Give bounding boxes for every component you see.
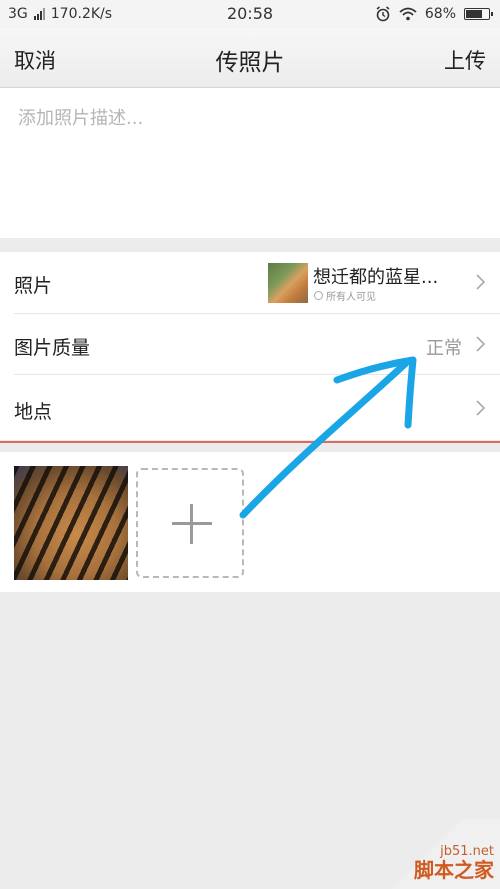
battery-percent: 68%	[424, 6, 456, 22]
location-row[interactable]: 地点	[0, 378, 500, 438]
watermark: jb51.net 脚本之家	[390, 819, 500, 889]
chevron-right-icon	[476, 274, 486, 290]
album-visibility-text: 所有人可见	[326, 292, 376, 303]
album-row[interactable]: 照片 想迁都的蓝星... 所有人可见	[0, 252, 500, 312]
chevron-right-icon	[476, 400, 486, 416]
quality-value: 正常	[426, 338, 462, 359]
album-label: 照片	[14, 275, 53, 297]
location-label: 地点	[14, 401, 53, 423]
watermark-name: 脚本之家	[414, 858, 494, 882]
battery-icon	[464, 8, 493, 20]
album-thumbnail	[268, 263, 308, 303]
description-input[interactable]: 添加照片描述...	[0, 88, 500, 238]
photo-thumbnail-tiger[interactable]	[14, 466, 128, 580]
upload-button[interactable]: 上传	[444, 45, 486, 75]
status-bar: 3G 170.2K/s 20:58 68%	[0, 0, 500, 28]
album-visibility: 所有人可见	[314, 288, 376, 303]
quality-row[interactable]: 图片质量 正常	[0, 314, 500, 374]
page-title: 传照片	[215, 50, 285, 76]
alarm-icon	[376, 6, 390, 22]
settings-list: 照片 想迁都的蓝星... 所有人可见 图片质量 正常 地点	[0, 252, 500, 440]
photo-grid	[0, 452, 500, 592]
visibility-icon	[314, 291, 323, 300]
title-bar: 取消 传照片 上传	[0, 28, 500, 88]
red-divider	[0, 441, 500, 443]
wifi-icon	[399, 7, 417, 21]
album-name: 想迁都的蓝星...	[313, 267, 439, 288]
chevron-right-icon	[476, 336, 486, 352]
quality-label: 图片质量	[14, 337, 91, 359]
row-divider	[14, 374, 500, 375]
description-placeholder: 添加照片描述...	[18, 108, 144, 129]
status-right: 68%	[375, 6, 493, 22]
add-photo-button[interactable]	[136, 468, 244, 578]
